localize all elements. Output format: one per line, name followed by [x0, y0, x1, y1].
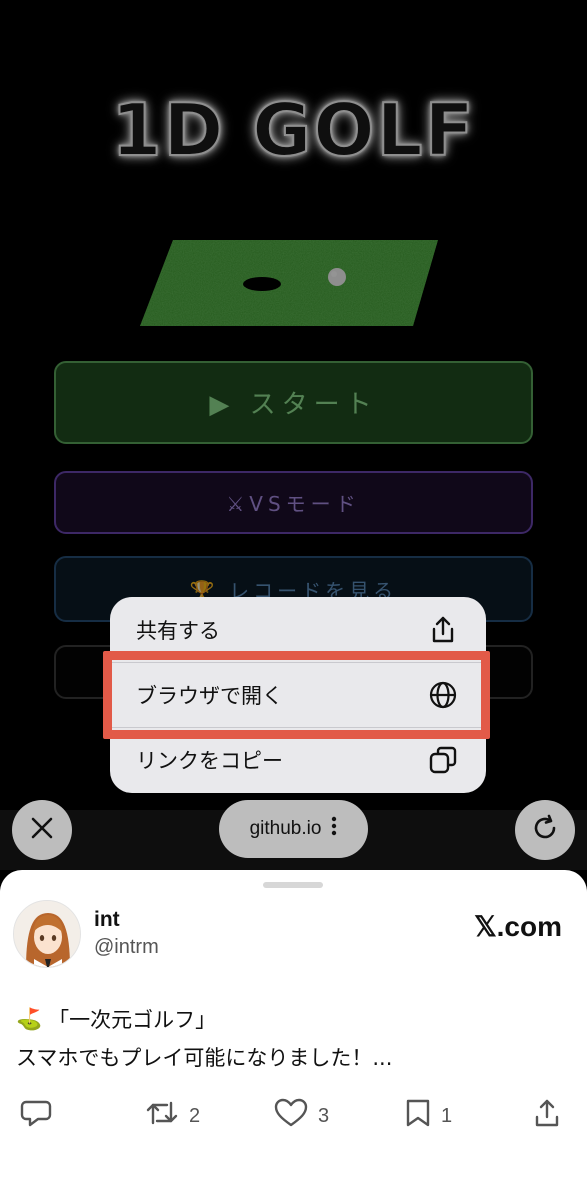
post-title: 「一次元ゴルフ」 [48, 1008, 217, 1032]
close-button[interactable] [12, 800, 72, 860]
bookmark-icon [405, 1098, 431, 1134]
user-name[interactable]: int [94, 908, 120, 932]
menu-item-label: 共有する [136, 619, 220, 643]
close-icon [29, 815, 55, 845]
bottom-sheet: int @intrm 𝕏.com ⛳ 「一次元ゴルフ」 スマホでもプレイ可能にな… [0, 870, 587, 1200]
repost-button[interactable]: 2 [145, 1098, 200, 1134]
post-text-line: ⛳ 「一次元ゴルフ」 [16, 1004, 216, 1034]
reply-button[interactable] [20, 1098, 52, 1134]
url-pill[interactable]: github.io [219, 800, 368, 858]
avatar[interactable] [13, 900, 81, 968]
bookmark-count: 1 [441, 1104, 453, 1127]
post-body: スマホでもプレイ可能になりました！... [16, 1046, 393, 1070]
highlight-annotation-box [103, 651, 490, 739]
reload-button[interactable] [515, 800, 575, 860]
menu-item-label: リンクをコピー [136, 749, 283, 773]
more-vertical-icon[interactable] [331, 816, 337, 842]
url-text: github.io [249, 818, 322, 839]
repost-icon [145, 1099, 179, 1133]
reload-icon [530, 813, 560, 847]
copy-icon [428, 745, 458, 775]
bookmark-button[interactable]: 1 [405, 1098, 452, 1134]
reply-icon [20, 1098, 52, 1134]
share-icon [532, 1098, 562, 1134]
like-count: 3 [318, 1104, 330, 1127]
heart-icon [274, 1098, 308, 1134]
golf-flag-emoji: ⛳ [16, 1006, 43, 1031]
user-handle[interactable]: @intrm [94, 936, 159, 959]
share-post-button[interactable] [532, 1098, 562, 1134]
x-logo[interactable]: 𝕏.com [474, 910, 562, 943]
repost-count: 2 [189, 1104, 201, 1127]
sheet-grabber[interactable] [263, 882, 323, 888]
share-icon [428, 615, 458, 645]
like-button[interactable]: 3 [274, 1098, 329, 1134]
